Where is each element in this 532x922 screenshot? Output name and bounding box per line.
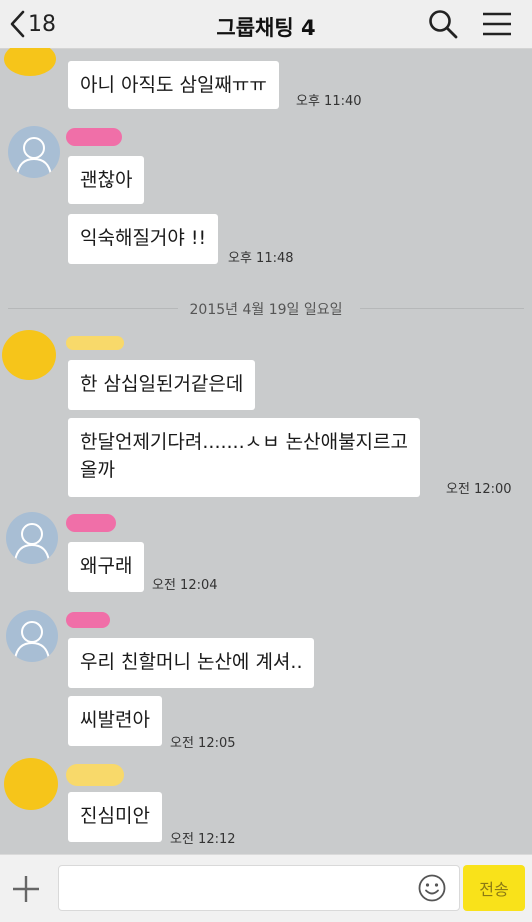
- input-bar: 전송: [0, 854, 532, 922]
- message-bubble[interactable]: 익숙해질거야 !!: [68, 214, 219, 264]
- message-bubble[interactable]: 우리 친할머니 논산에 계셔..: [68, 638, 315, 688]
- sender-name: [66, 128, 122, 146]
- emoji-icon[interactable]: [417, 873, 447, 903]
- message-bubble[interactable]: 한달언제기다려.......ㅅㅂ 논산애불지르고 올까: [68, 418, 420, 497]
- person-icon: [14, 523, 50, 562]
- person-icon: [16, 137, 52, 176]
- sender-name: [66, 612, 110, 628]
- chevron-left-icon: [10, 10, 25, 38]
- avatar[interactable]: [4, 48, 56, 76]
- message-time: 오전 12:04: [152, 578, 218, 593]
- message-time: 오전 12:05: [170, 736, 236, 751]
- message-bubble[interactable]: 진심미안: [68, 792, 162, 842]
- message-bubble[interactable]: 왜구래: [68, 542, 145, 592]
- avatar[interactable]: [4, 758, 58, 810]
- search-icon[interactable]: [427, 8, 459, 40]
- sender-name: [66, 336, 124, 350]
- plus-icon[interactable]: [10, 873, 42, 905]
- date-text: 2015년 4월 19일 일요일: [189, 302, 343, 318]
- message-input[interactable]: [58, 865, 460, 911]
- avatar[interactable]: [8, 126, 60, 178]
- message-time: 오전 12:00: [446, 482, 512, 497]
- message-bubble[interactable]: 괜찮아: [68, 156, 145, 204]
- message-time: 오전 12:12: [170, 832, 236, 847]
- message-bubble[interactable]: 한 삼십일된거같은데: [68, 360, 256, 410]
- message-time: 오후 11:48: [228, 251, 294, 266]
- sender-name: [66, 514, 116, 532]
- chat-header: 18 그룹채팅 4: [0, 0, 532, 49]
- back-button[interactable]: 18: [8, 6, 56, 42]
- sender-name: [66, 764, 124, 786]
- person-icon: [14, 621, 50, 660]
- avatar[interactable]: [6, 610, 58, 662]
- chat-area[interactable]: 아니 아직도 삼일째ㅠㅠ 오후 11:40 괜찮아 익숙해질거야 !! 오후 1…: [0, 48, 532, 854]
- message-bubble[interactable]: 아니 아직도 삼일째ㅠㅠ: [68, 61, 279, 109]
- date-separator: 2015년 4월 19일 일요일: [0, 298, 532, 318]
- unread-count: 18: [28, 11, 56, 37]
- menu-icon[interactable]: [481, 8, 513, 40]
- avatar[interactable]: [6, 512, 58, 564]
- message-bubble[interactable]: 씨발련아: [68, 696, 162, 746]
- avatar[interactable]: [2, 330, 56, 380]
- message-time: 오후 11:40: [296, 94, 362, 109]
- send-button[interactable]: 전송: [463, 865, 525, 911]
